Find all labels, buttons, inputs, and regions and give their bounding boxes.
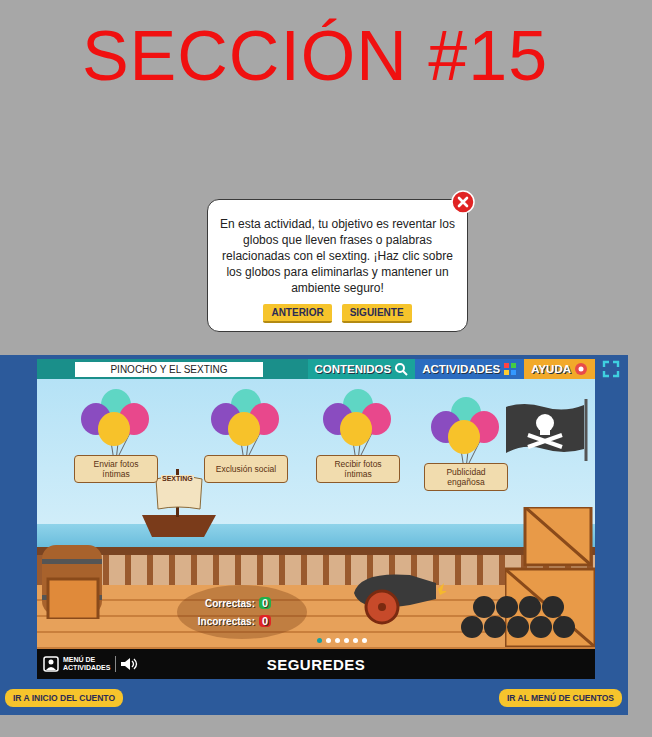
nav-label: CONTENIDOS [315,363,392,375]
header: SECCIÓN #15 [0,0,652,199]
fullscreen-icon[interactable] [602,360,620,378]
correct-score: Correctas: 0 [205,597,271,609]
previous-button[interactable]: ANTERIOR [263,304,331,323]
popup-area: En esta actividad, tu objetivo es revent… [0,199,652,355]
instruction-dialog: En esta actividad, tu objetivo es revent… [207,199,468,332]
pager [317,638,367,643]
next-button[interactable]: SIGUIENTE [342,304,412,323]
nav-label: ACTIVIDADES [422,363,500,375]
bottom-buttons: IR A INICIO DEL CUENTO IR AL MENÚ DE CUEN… [0,679,628,707]
activities-tab[interactable]: ACTIVIDADES [415,359,524,379]
balloon-target[interactable]: Exclusión social [200,389,292,483]
balloon-target[interactable]: Enviar fotos íntimas [70,389,162,483]
section-title: SECCIÓN #15 [0,14,630,98]
menu-label: MENÚ DE ACTIVIDADES [63,656,111,672]
grid-icon [503,362,517,376]
rail-top [37,547,595,555]
page-dot[interactable] [335,638,340,643]
menu-icon [43,656,59,672]
balloon-phrase: Enviar fotos íntimas [74,455,158,483]
ship-label: SEXTING [161,475,194,482]
balloons-icon [424,397,508,469]
balloon-target[interactable]: Publicidad engañosa [420,397,512,491]
page-dot[interactable] [362,638,367,643]
lifebuoy-icon [574,362,588,376]
pirate-flag-icon [504,399,594,461]
help-tab[interactable]: AYUDA [524,359,595,379]
correct-label: Correctas: [205,598,255,609]
bar-left: MENÚ DE ACTIVIDADES [37,656,267,672]
page-dot[interactable] [317,638,322,643]
top-bar: PINOCHO Y EL SEXTING CONTENIDOS ACTIVIDADE… [37,359,595,379]
incorrect-score: Incorrectas: 0 [198,615,271,627]
stories-menu-button[interactable]: IR AL MENÚ DE CUENTOS [499,689,622,707]
balloon-phrase: Exclusión social [204,455,288,483]
balloon-target[interactable]: Recibir fotos íntimas [312,389,404,483]
balloon-phrase: Recibir fotos íntimas [316,455,400,483]
balloons-icon [204,389,288,461]
nav-label: AYUDA [531,363,571,375]
story-title: PINOCHO Y EL SEXTING [75,362,263,377]
page-dot[interactable] [326,638,331,643]
activities-menu-button[interactable]: MENÚ DE ACTIVIDADES [43,656,111,672]
correct-count: 0 [259,597,271,609]
page-dot[interactable] [344,638,349,643]
incorrect-label: Incorrectas: [198,616,255,627]
game-scene: SEXTINGEnviar fotos íntimas Exclusión soc… [37,379,595,649]
speaker-icon[interactable] [120,657,138,671]
incorrect-count: 0 [259,615,271,627]
page-dot[interactable] [353,638,358,643]
balloons-icon [316,389,400,461]
contents-tab[interactable]: CONTENIDOS [308,359,416,379]
seguredes-logo: SEGUREDES [267,656,366,673]
dialog-buttons: ANTERIOR SIGUIENTE [218,304,457,323]
balloon-phrase: Publicidad engañosa [424,463,508,491]
search-icon [394,362,408,376]
barrel-icon [40,539,104,619]
bottom-bar: MENÚ DE ACTIVIDADES SEGUREDES [37,649,595,679]
story-start-button[interactable]: IR A INICIO DEL CUENTO [5,689,123,707]
cannonballs-icon [460,587,576,639]
score-panel: Correctas: 0 Incorrectas: 0 [177,585,307,639]
balloons-icon [74,389,158,461]
dialog-text: En esta actividad, tu objetivo es revent… [218,216,457,296]
close-icon[interactable] [451,190,475,214]
cannon-icon [350,565,446,627]
nav: CONTENIDOS ACTIVIDADES AYUDA [308,359,595,379]
game-screen: PINOCHO Y EL SEXTING CONTENIDOS ACTIVIDADE… [37,359,595,679]
game-frame: PINOCHO Y EL SEXTING CONTENIDOS ACTIVIDADE… [0,355,628,715]
separator [115,656,116,672]
